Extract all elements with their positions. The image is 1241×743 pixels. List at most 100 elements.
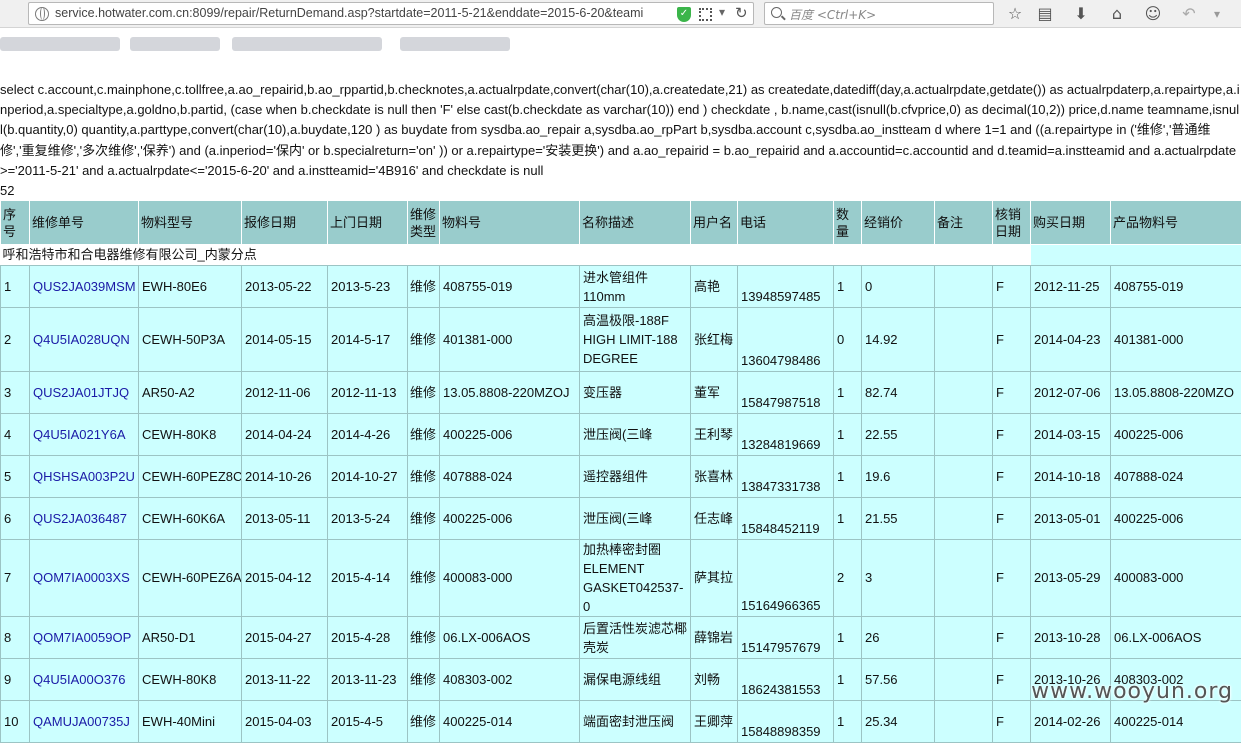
star-icon[interactable]: ☆ [1004, 3, 1026, 25]
cell-no: 4 [1, 414, 30, 456]
cell-qty: 1 [834, 266, 862, 308]
search-placeholder: 百度 <Ctrl+K> [789, 6, 876, 23]
reading-list-icon[interactable]: ▤ [1034, 3, 1056, 25]
cell-prod: 407888-024 [1111, 456, 1241, 498]
qr-code-icon[interactable] [699, 8, 712, 21]
cell-price: 21.55 [862, 498, 935, 540]
watermark: www.wooyun.org [1031, 679, 1233, 704]
cell-type: 维修 [408, 498, 440, 540]
address-bar[interactable]: service.hotwater.com.cn:8099/repair/Retu… [28, 2, 754, 25]
cell-desc: 漏保电源线组 [580, 659, 691, 701]
cell-part: 13.05.8808-220MZOJ [440, 372, 580, 414]
group-label: 呼和浩特市和合电器维修有限公司_内蒙分点 [1, 245, 1031, 266]
cell-order[interactable]: QAMUJA00735J [30, 701, 139, 743]
cell-prod: 408755-019 [1111, 266, 1241, 308]
cell-qty: 1 [834, 659, 862, 701]
undo-icon[interactable]: ↶ [1178, 3, 1200, 25]
cell-report: 2014-05-15 [242, 308, 328, 372]
cell-prod: 400225-006 [1111, 498, 1241, 540]
table-row: 3QUS2JA01JTJQAR50-A22012-11-062012-11-13… [1, 372, 1241, 414]
cell-qty: 1 [834, 456, 862, 498]
search-box[interactable]: 百度 <Ctrl+K> [764, 2, 994, 25]
cell-model: CEWH-80K8 [139, 659, 242, 701]
cell-user: 王利琴 [691, 414, 738, 456]
cell-check: F [993, 540, 1031, 617]
search-icon [771, 7, 782, 18]
cell-visit: 2012-11-13 [328, 372, 408, 414]
shield-check-icon[interactable]: ✓ [677, 7, 691, 22]
cell-desc: 进水管组件 110mm [580, 266, 691, 308]
cell-qty: 1 [834, 414, 862, 456]
menu-chevron-icon[interactable]: ▾ [1206, 3, 1228, 25]
cell-type: 维修 [408, 617, 440, 659]
cell-order[interactable]: Q4U5IA00O376 [30, 659, 139, 701]
cell-order[interactable]: QUS2JA039MSM [30, 266, 139, 308]
cell-user: 刘畅 [691, 659, 738, 701]
col-header: 维修单号 [30, 201, 139, 245]
url-text[interactable]: service.hotwater.com.cn:8099/repair/Retu… [55, 6, 671, 20]
table-row: 6QUS2JA036487CEWH-60K6A2013-05-112013-5-… [1, 498, 1241, 540]
cell-order[interactable]: Q4U5IA021Y6A [30, 414, 139, 456]
home-icon[interactable]: ⌂ [1106, 3, 1128, 25]
cell-order[interactable]: QUS2JA036487 [30, 498, 139, 540]
refresh-icon[interactable]: ↻ [735, 4, 748, 22]
col-header: 购买日期 [1031, 201, 1111, 245]
table-row: 2Q4U5IA028UQNCEWH-50P3A2014-05-152014-5-… [1, 308, 1241, 372]
cell-desc: 端面密封泄压阀 [580, 701, 691, 743]
table-row: 10QAMUJA00735JEWH-40Mini2015-04-032015-4… [1, 701, 1241, 743]
cell-model: AR50-D1 [139, 617, 242, 659]
cell-user: 高艳 [691, 266, 738, 308]
cell-order[interactable]: QUS2JA01JTJQ [30, 372, 139, 414]
cell-part: 407888-024 [440, 456, 580, 498]
cell-buy: 2012-11-25 [1031, 266, 1111, 308]
cell-price: 14.92 [862, 308, 935, 372]
cell-phone: 13604798486 [738, 308, 834, 372]
col-header: 产品物料号 [1111, 201, 1241, 245]
cell-visit: 2015-4-28 [328, 617, 408, 659]
cell-prod: 400083-000 [1111, 540, 1241, 617]
cell-order[interactable]: Q4U5IA028UQN [30, 308, 139, 372]
cell-buy: 2013-05-01 [1031, 498, 1111, 540]
cell-order[interactable]: QOM7IA0003XS [30, 540, 139, 617]
blurred-bookmark [0, 37, 120, 51]
cell-part: 408303-002 [440, 659, 580, 701]
cell-check: F [993, 659, 1031, 701]
cell-qty: 1 [834, 498, 862, 540]
cell-part: 401381-000 [440, 308, 580, 372]
cell-report: 2013-11-22 [242, 659, 328, 701]
cell-model: CEWH-60PEZ8C [139, 456, 242, 498]
chevron-down-icon[interactable]: ▾ [719, 5, 725, 19]
cell-buy: 2012-07-06 [1031, 372, 1111, 414]
cell-phone: 15164966365 [738, 540, 834, 617]
cell-report: 2015-04-27 [242, 617, 328, 659]
cell-desc: 加热棒密封圈 ELEMENT GASKET042537-0 [580, 540, 691, 617]
cell-desc: 高温极限-188F HIGH LIMIT-188 DEGREE [580, 308, 691, 372]
chat-icon[interactable]: ☺ [1142, 3, 1164, 25]
cell-desc: 泄压阀(三峰 [580, 498, 691, 540]
cell-prod: 400225-014 [1111, 701, 1241, 743]
cell-part: 400225-014 [440, 701, 580, 743]
cell-desc: 变压器 [580, 372, 691, 414]
col-header: 数量 [834, 201, 862, 245]
cell-check: F [993, 498, 1031, 540]
cell-part: 400225-006 [440, 414, 580, 456]
cell-buy: 2014-03-15 [1031, 414, 1111, 456]
cell-order[interactable]: QOM7IA0059OP [30, 617, 139, 659]
cell-qty: 1 [834, 372, 862, 414]
table-row: 5QHSHSA003P2UCEWH-60PEZ8C2014-10-262014-… [1, 456, 1241, 498]
cell-user: 张喜林 [691, 456, 738, 498]
cell-visit: 2014-10-27 [328, 456, 408, 498]
cell-user: 王卿萍 [691, 701, 738, 743]
download-icon[interactable]: ⬇ [1070, 3, 1092, 25]
cell-prod: 13.05.8808-220MZO [1111, 372, 1241, 414]
cell-check: F [993, 308, 1031, 372]
cell-check: F [993, 266, 1031, 308]
cell-order[interactable]: QHSHSA003P2U [30, 456, 139, 498]
cell-price: 3 [862, 540, 935, 617]
col-header: 上门日期 [328, 201, 408, 245]
cell-type: 维修 [408, 540, 440, 617]
cell-phone: 15848452119 [738, 498, 834, 540]
col-header: 物料号 [440, 201, 580, 245]
cell-phone: 15147957679 [738, 617, 834, 659]
cell-no: 7 [1, 540, 30, 617]
